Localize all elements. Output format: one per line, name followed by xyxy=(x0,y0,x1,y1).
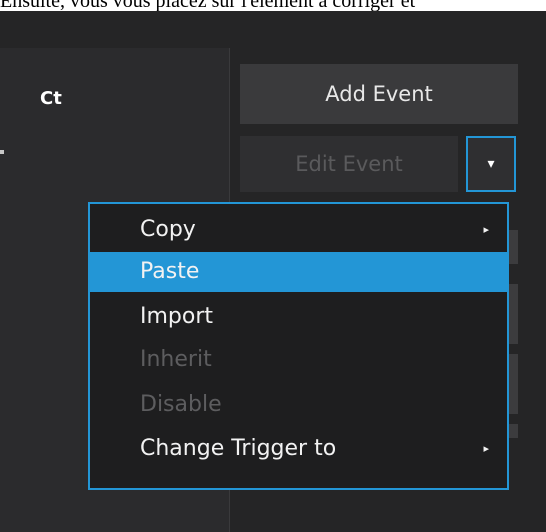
add-event-button[interactable]: Add Event xyxy=(240,64,518,124)
background-button-edge xyxy=(509,230,518,264)
menu-item-label: Change Trigger to xyxy=(140,436,337,461)
page-caption-text: Ensuite, vous vous placez sur l'élément … xyxy=(0,0,416,11)
context-menu: Copy ▸ Paste Import Inherit Disable Chan… xyxy=(88,202,509,490)
row-marker xyxy=(0,150,4,154)
menu-item-label: Inherit xyxy=(140,347,212,372)
menu-item-paste[interactable]: Paste xyxy=(90,252,507,292)
menu-item-copy[interactable]: Copy ▸ xyxy=(90,210,507,250)
menu-item-label: Import xyxy=(140,304,214,329)
background-button-edge xyxy=(509,424,518,438)
menu-item-inherit: Inherit xyxy=(90,340,507,380)
menu-item-disable: Disable xyxy=(90,385,507,425)
background-button-edge xyxy=(509,354,518,414)
background-button-edge xyxy=(509,284,518,344)
edit-event-button[interactable]: Edit Event xyxy=(240,136,458,192)
menu-item-change-trigger[interactable]: Change Trigger to ▸ xyxy=(90,429,507,469)
column-header: Ct xyxy=(40,88,62,109)
chevron-right-icon: ▸ xyxy=(483,223,489,236)
menu-item-import[interactable]: Import xyxy=(90,297,507,337)
chevron-right-icon: ▸ xyxy=(483,442,489,455)
menu-item-label: Disable xyxy=(140,392,222,417)
edit-dropdown-button[interactable]: ▾ xyxy=(466,136,516,192)
menu-item-label: Copy xyxy=(140,217,196,242)
chevron-down-icon: ▾ xyxy=(487,156,495,172)
menu-item-label: Paste xyxy=(140,259,200,284)
